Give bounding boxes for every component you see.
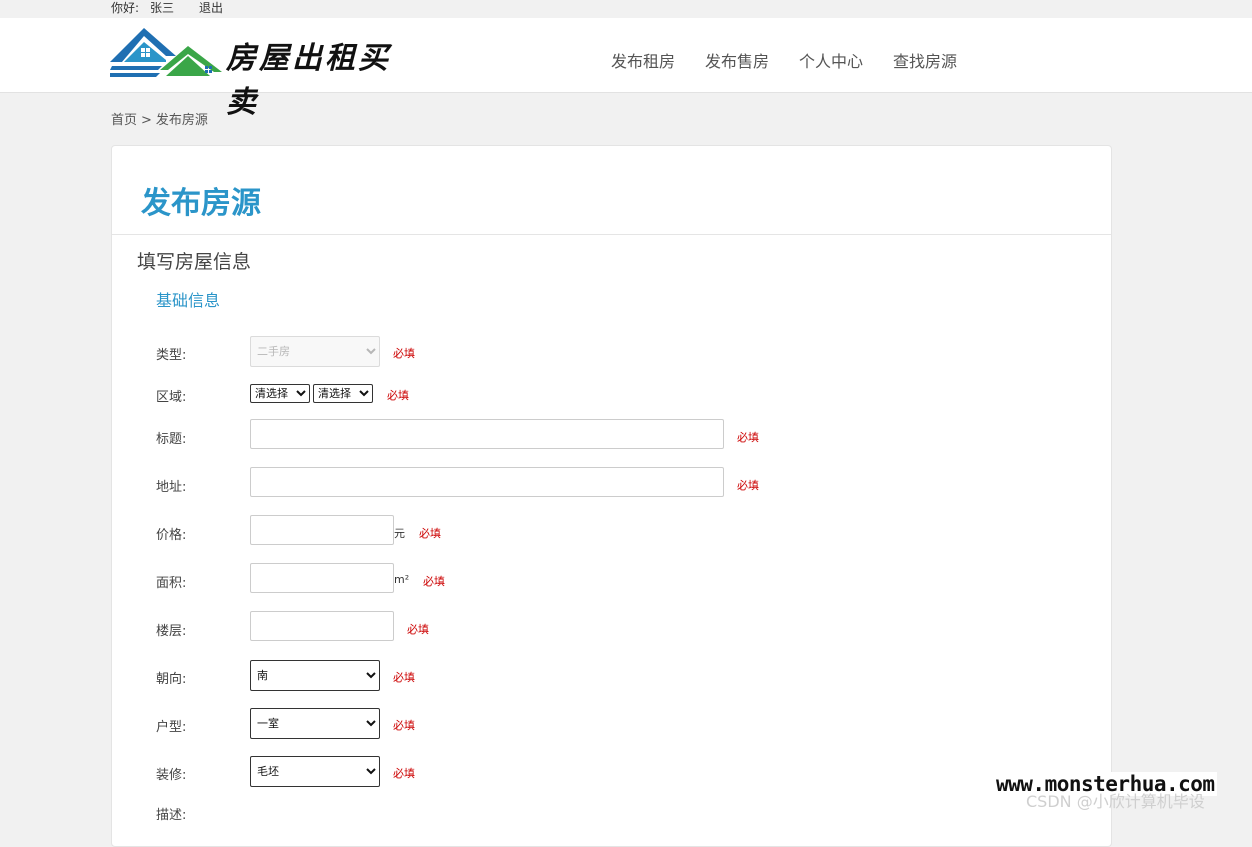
breadcrumb: 首页 > 发布房源 [111, 109, 208, 128]
nav-user-center[interactable]: 个人中心 [799, 48, 863, 72]
page-title: 发布房源 [141, 186, 261, 221]
site-logo[interactable]: 房屋出租买卖 [110, 26, 420, 120]
section-title: 填写房屋信息 [137, 251, 252, 273]
title-label: 标题: [156, 432, 187, 447]
logo-text: 房屋出租买卖 [226, 41, 391, 120]
house-logo-icon [110, 28, 222, 77]
decoration-label: 装修: [156, 768, 187, 783]
required-mark: 必填 [407, 623, 429, 636]
breadcrumb-home[interactable]: 首页 [111, 113, 137, 128]
required-mark: 必填 [393, 671, 415, 684]
breadcrumb-separator: > [141, 113, 152, 128]
decoration-select[interactable]: 毛坯 [250, 756, 380, 787]
area-unit: m² [394, 573, 410, 586]
orientation-label: 朝向: [156, 672, 187, 687]
address-input[interactable] [250, 467, 724, 497]
site-header: 房屋出租买卖 发布租房 发布售房 个人中心 查找房源 [0, 18, 1252, 120]
title-input[interactable] [250, 419, 724, 449]
price-label: 价格: [156, 528, 187, 543]
required-mark: 必填 [393, 719, 415, 732]
greeting-label: 你好: [111, 1, 140, 15]
area-input[interactable] [250, 563, 394, 593]
publish-card: 发布房源 填写房屋信息 基础信息 类型: 二手房 必填 区域: 清选择 清选择 … [111, 145, 1112, 847]
required-mark: 必填 [387, 389, 409, 402]
required-mark: 必填 [393, 347, 415, 360]
breadcrumb-current: 发布房源 [155, 113, 208, 128]
logout-link[interactable]: 退出 [199, 0, 223, 16]
top-bar: 你好: 张三 退出 [0, 0, 1252, 18]
required-mark: 必填 [737, 479, 759, 492]
csdn-watermark: CSDN @小欣计算机毕设 [1026, 792, 1205, 811]
required-mark: 必填 [393, 767, 415, 780]
layout-select[interactable]: 一室 [250, 708, 380, 739]
floor-input[interactable] [250, 611, 394, 641]
required-mark: 必填 [737, 431, 759, 444]
price-unit: 元 [394, 527, 405, 540]
price-input[interactable] [250, 515, 394, 545]
orientation-select[interactable]: 南 [250, 660, 380, 691]
title-divider [112, 234, 1111, 235]
floor-label: 楼层: [156, 624, 187, 639]
type-label: 类型: [156, 348, 187, 363]
area-label: 面积: [156, 576, 187, 591]
address-label: 地址: [156, 480, 187, 495]
layout-label: 户型: [156, 720, 187, 735]
region-select-1[interactable]: 清选择 [250, 384, 310, 403]
nav-sale-publish[interactable]: 发布售房 [705, 48, 769, 72]
description-label: 描述: [156, 808, 187, 823]
required-mark: 必填 [419, 527, 441, 540]
region-label: 区域: [156, 390, 187, 405]
username[interactable]: 张三 [150, 0, 174, 16]
nav-find-listings[interactable]: 查找房源 [893, 48, 957, 72]
region-select-2[interactable]: 清选择 [313, 384, 373, 403]
subsection-title: 基础信息 [156, 291, 221, 310]
nav-rent-publish[interactable]: 发布租房 [611, 48, 675, 72]
required-mark: 必填 [423, 575, 445, 588]
type-select[interactable]: 二手房 [250, 336, 380, 367]
